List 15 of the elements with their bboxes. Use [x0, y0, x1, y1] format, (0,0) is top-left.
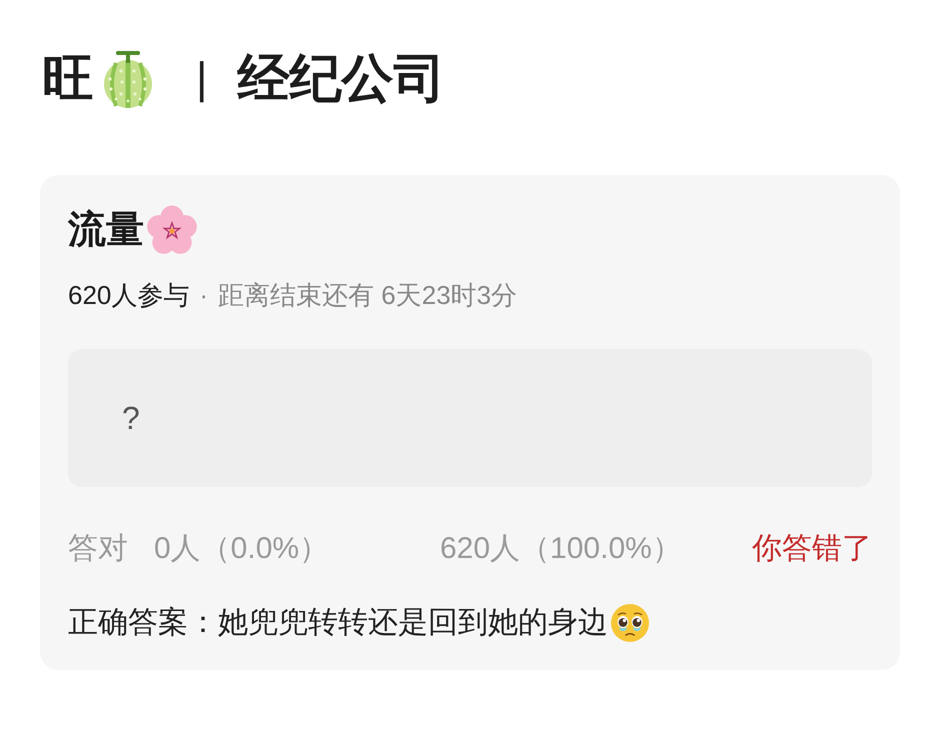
wrong-count: 620人（100.0%） — [440, 530, 682, 567]
verdict-text: 你答错了 — [752, 530, 872, 567]
correct-label: 答对 — [68, 530, 128, 567]
title-text: 经纪公司 — [237, 53, 446, 105]
meta-separator: · — [199, 279, 208, 312]
title-text: 旺 — [42, 53, 94, 105]
correct-count: 0人（0.0%） — [154, 530, 330, 567]
quiz-title: 流量 — [68, 210, 144, 252]
title-separator: | — [196, 57, 208, 101]
blossom-icon — [146, 205, 198, 257]
countdown-text: 距离结束还有 6天23时3分 — [218, 279, 518, 312]
correct-answer: 正确答案：她兜兜转转还是回到她的身边 — [68, 604, 608, 641]
question-text: ? — [122, 402, 140, 434]
participant-count: 620人参与 — [68, 279, 190, 312]
pleading-face-icon — [610, 602, 650, 643]
